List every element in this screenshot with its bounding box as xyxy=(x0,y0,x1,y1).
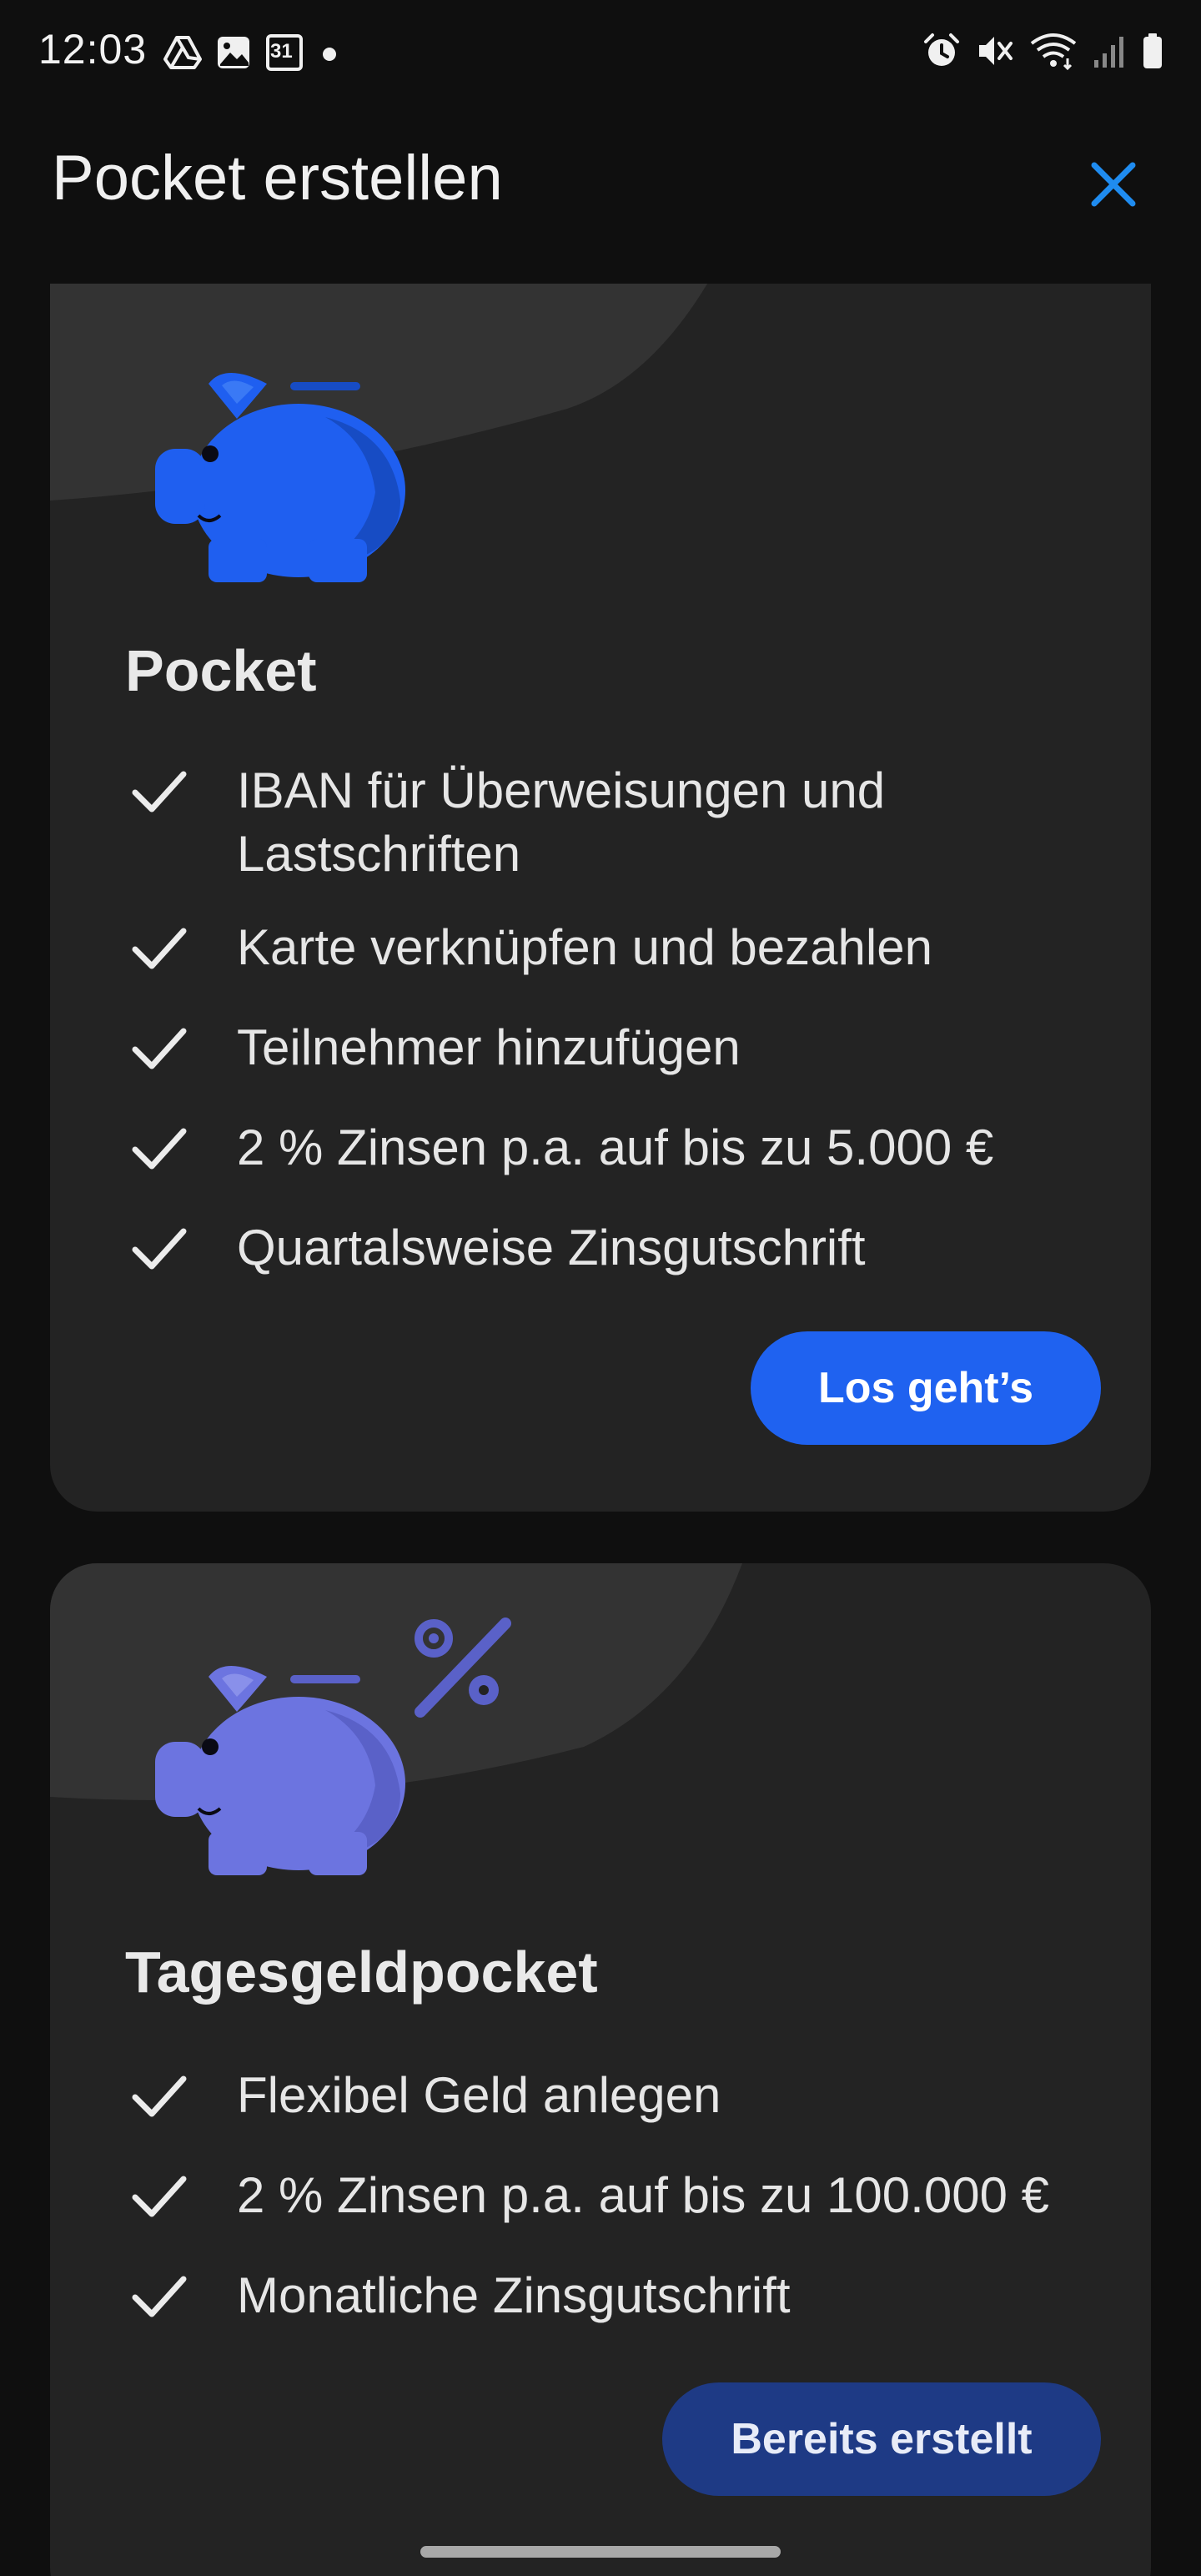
already-created-button[interactable]: Bereits erstellt xyxy=(662,2382,1101,2496)
dot-icon xyxy=(317,34,342,71)
battery-icon xyxy=(1141,32,1164,70)
feature-item: Teilnehmer hinzufügen xyxy=(132,1016,1071,1079)
alarm-icon xyxy=(922,32,961,70)
feature-text: Monatliche Zinsgutschrift xyxy=(237,2267,791,2323)
feature-item: Monatliche Zinsgutschrift xyxy=(132,2264,1071,2327)
signal-icon xyxy=(1093,32,1126,70)
wifi-icon xyxy=(1029,32,1078,70)
drive-icon xyxy=(163,34,202,71)
screen: 12:03 31 Pocket erstellen Pocket IBAN fü… xyxy=(0,0,1201,2576)
feature-item: Quartalsweise Zinsgutschrift xyxy=(132,1216,1071,1280)
card-title: Pocket xyxy=(125,638,317,703)
feature-text: Flexibel Geld anlegen xyxy=(237,2067,721,2123)
check-icon xyxy=(132,1128,187,1170)
feature-item: Flexibel Geld anlegen xyxy=(132,2064,1071,2127)
percent-icon xyxy=(415,1618,511,1718)
piggy-bank-icon xyxy=(155,373,405,582)
check-icon xyxy=(132,2276,187,2317)
home-indicator[interactable] xyxy=(420,2546,781,2558)
page-title: Pocket erstellen xyxy=(52,143,503,214)
feature-item: IBAN für Überweisungen und Lastschriften xyxy=(132,759,1071,886)
check-icon xyxy=(132,928,187,969)
calendar-day: 31 xyxy=(270,40,293,63)
check-icon xyxy=(132,2075,187,2117)
status-bar: 12:03 31 xyxy=(0,0,1201,108)
mute-icon xyxy=(976,32,1014,70)
status-time: 12:03 xyxy=(38,26,148,73)
gallery-icon xyxy=(215,34,252,71)
feature-text: Karte verknüpfen und bezahlen xyxy=(237,919,932,975)
check-icon xyxy=(132,1228,187,1270)
close-icon xyxy=(1091,162,1136,207)
feature-item: 2 % Zinsen p.a. auf bis zu 5.000 € xyxy=(132,1116,1071,1180)
start-button[interactable]: Los geht’s xyxy=(751,1331,1101,1445)
feature-item: 2 % Zinsen p.a. auf bis zu 100.000 € xyxy=(132,2164,1071,2227)
calendar-icon: 31 xyxy=(265,33,304,72)
feature-text: IBAN für Überweisungen und Lastschriften xyxy=(237,762,886,882)
feature-text: 2 % Zinsen p.a. auf bis zu 100.000 € xyxy=(237,2167,1049,2223)
card-title: Tagesgeldpocket xyxy=(125,1940,598,2005)
piggy-bank-icon xyxy=(155,1666,405,1875)
feature-text: 2 % Zinsen p.a. auf bis zu 5.000 € xyxy=(237,1119,994,1175)
pocket-card: Pocket IBAN für Überweisungen und Lastsc… xyxy=(50,284,1151,1512)
status-right-icons xyxy=(922,32,1164,70)
status-left-icons: 31 xyxy=(163,33,342,72)
check-icon xyxy=(132,771,187,813)
feature-text: Teilnehmer hinzufügen xyxy=(237,1019,741,1075)
feature-text: Quartalsweise Zinsgutschrift xyxy=(237,1220,866,1275)
tagesgeldpocket-card: Tagesgeldpocket Flexibel Geld anlegen 2 … xyxy=(50,1563,1151,2576)
close-button[interactable] xyxy=(1084,155,1143,214)
check-icon xyxy=(132,2176,187,2217)
check-icon xyxy=(132,1028,187,1069)
feature-item: Karte verknüpfen und bezahlen xyxy=(132,916,1071,979)
